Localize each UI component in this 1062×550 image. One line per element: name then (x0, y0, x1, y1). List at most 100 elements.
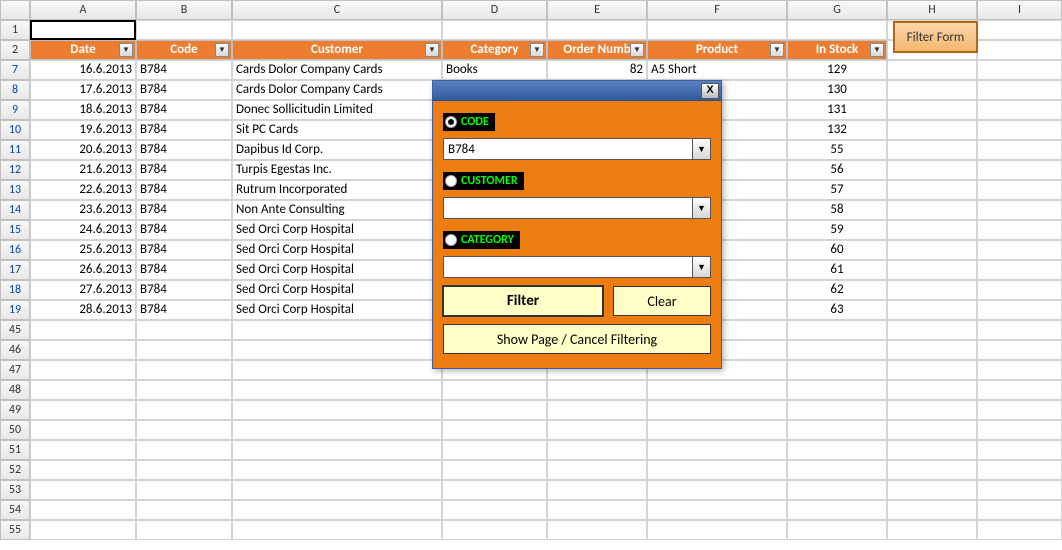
cell[interactable] (887, 520, 977, 540)
radio-customer[interactable]: CUSTOMER (443, 172, 524, 190)
col-header-B[interactable]: B (136, 0, 232, 20)
cell[interactable] (887, 400, 977, 420)
cell[interactable] (887, 140, 977, 160)
cell[interactable] (647, 380, 787, 400)
cell[interactable] (887, 460, 977, 480)
cell[interactable] (787, 380, 887, 400)
dialog-titlebar[interactable]: X (433, 81, 721, 101)
cell[interactable] (232, 340, 442, 360)
row-header-2[interactable]: 2 (0, 40, 30, 60)
col-header-F[interactable]: F (647, 0, 787, 20)
cell[interactable] (647, 460, 787, 480)
cell[interactable]: Cards Dolor Company Cards (232, 80, 442, 100)
cell[interactable] (977, 100, 1062, 120)
cell[interactable] (232, 20, 442, 40)
th-in-stock[interactable]: In Stock▼ (787, 40, 887, 60)
filter-dropdown-icon[interactable]: ▼ (770, 43, 784, 57)
cell[interactable] (30, 480, 136, 500)
cell[interactable] (30, 420, 136, 440)
chevron-down-icon[interactable]: ▼ (693, 197, 711, 219)
cell[interactable]: 129 (787, 60, 887, 80)
cell[interactable]: 82 (547, 60, 647, 80)
cell[interactable] (442, 460, 547, 480)
cell[interactable]: Sed Orci Corp Hospital (232, 280, 442, 300)
cell[interactable] (977, 400, 1062, 420)
cell[interactable]: 132 (787, 120, 887, 140)
cell[interactable] (887, 100, 977, 120)
radio-icon[interactable] (445, 116, 457, 128)
row-header[interactable]: 55 (0, 520, 30, 540)
row-header-1[interactable]: 1 (0, 20, 30, 40)
cell[interactable] (887, 440, 977, 460)
radio-code[interactable]: CODE (443, 113, 495, 131)
cell[interactable] (136, 340, 232, 360)
cell-A1[interactable] (30, 20, 136, 40)
cell[interactable] (30, 520, 136, 540)
cell[interactable] (787, 340, 887, 360)
cell[interactable] (442, 420, 547, 440)
cell[interactable] (977, 180, 1062, 200)
cell[interactable] (887, 320, 977, 340)
col-header-G[interactable]: G (787, 0, 887, 20)
cell[interactable] (442, 520, 547, 540)
cell[interactable] (136, 320, 232, 340)
cell[interactable] (232, 360, 442, 380)
cell[interactable] (977, 20, 1062, 40)
radio-icon[interactable] (445, 234, 457, 246)
cell[interactable]: 130 (787, 80, 887, 100)
cell[interactable] (977, 320, 1062, 340)
row-header[interactable]: 8 (0, 80, 30, 100)
code-combo[interactable]: ▼ (443, 138, 711, 160)
cell[interactable] (787, 320, 887, 340)
cell[interactable] (136, 380, 232, 400)
cell[interactable]: B784 (136, 200, 232, 220)
cell[interactable]: Non Ante Consulting (232, 200, 442, 220)
cell[interactable] (136, 520, 232, 540)
cell[interactable]: 60 (787, 240, 887, 260)
cell[interactable] (232, 480, 442, 500)
cell[interactable]: Rutrum Incorporated (232, 180, 442, 200)
filter-form-button[interactable]: Filter Form (893, 21, 978, 53)
code-input[interactable] (443, 138, 693, 160)
cell[interactable] (787, 20, 887, 40)
cell[interactable]: Donec Sollicitudin Limited (232, 100, 442, 120)
cell[interactable]: B784 (136, 180, 232, 200)
cell[interactable]: 56 (787, 160, 887, 180)
cell[interactable] (30, 360, 136, 380)
cell[interactable] (887, 480, 977, 500)
cell[interactable] (30, 340, 136, 360)
cell[interactable] (787, 440, 887, 460)
cell[interactable]: B784 (136, 300, 232, 320)
cell[interactable] (887, 500, 977, 520)
cell[interactable]: 20.6.2013 (30, 140, 136, 160)
cell[interactable] (442, 380, 547, 400)
row-header[interactable]: 11 (0, 140, 30, 160)
cell[interactable] (647, 500, 787, 520)
cell[interactable] (547, 400, 647, 420)
cell[interactable]: B784 (136, 100, 232, 120)
cell[interactable] (232, 380, 442, 400)
cell[interactable] (787, 400, 887, 420)
cell[interactable] (232, 440, 442, 460)
cell[interactable]: B784 (136, 80, 232, 100)
cell[interactable] (442, 500, 547, 520)
cell[interactable] (136, 420, 232, 440)
cell[interactable] (787, 480, 887, 500)
cell[interactable] (887, 200, 977, 220)
cell[interactable] (977, 460, 1062, 480)
cell[interactable] (977, 220, 1062, 240)
cell[interactable] (647, 520, 787, 540)
cell[interactable] (977, 40, 1062, 60)
row-header[interactable]: 16 (0, 240, 30, 260)
cell[interactable] (787, 500, 887, 520)
cell[interactable] (30, 380, 136, 400)
cell[interactable] (547, 480, 647, 500)
th-customer[interactable]: Customer▼ (232, 40, 442, 60)
cell[interactable]: 62 (787, 280, 887, 300)
filter-dropdown-icon[interactable]: ▼ (530, 43, 544, 57)
cell[interactable]: 57 (787, 180, 887, 200)
row-header[interactable]: 49 (0, 400, 30, 420)
chevron-down-icon[interactable]: ▼ (693, 256, 711, 278)
row-header[interactable]: 51 (0, 440, 30, 460)
cell[interactable] (547, 380, 647, 400)
